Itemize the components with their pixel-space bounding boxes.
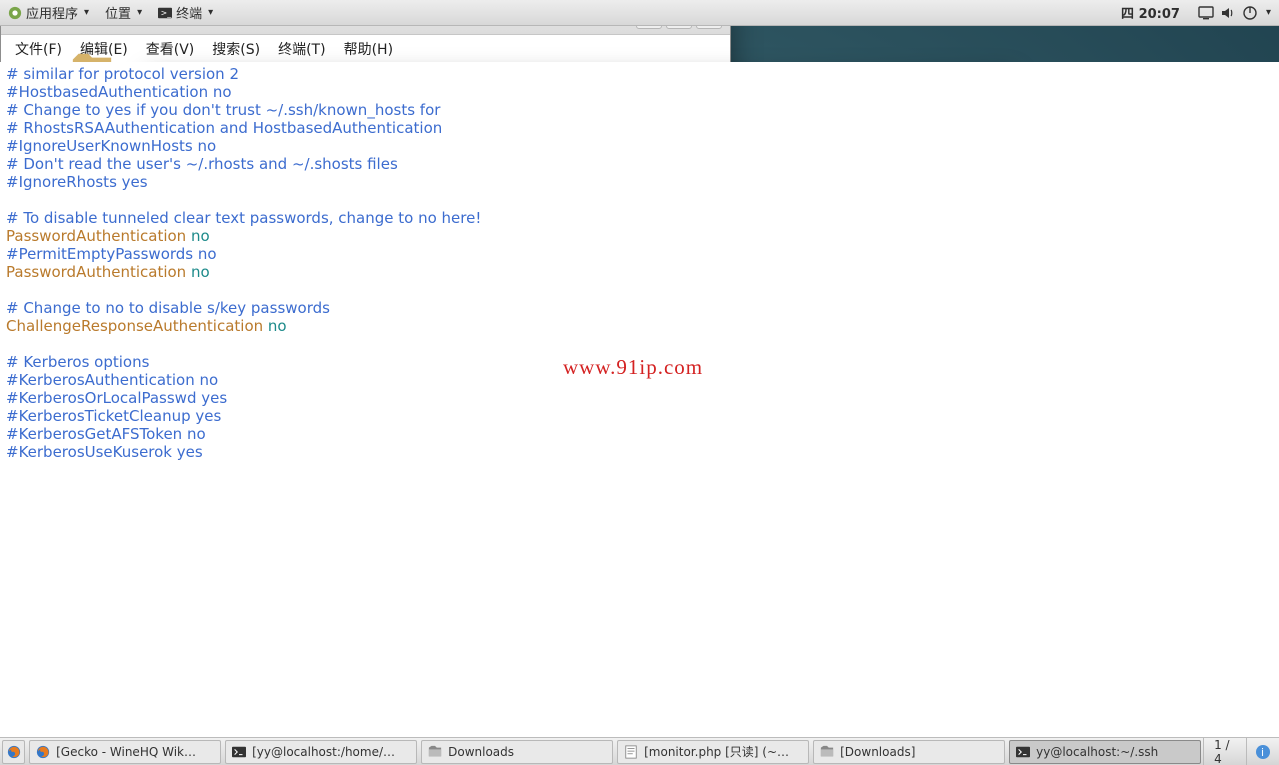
svg-text:>_: >_ <box>161 8 172 17</box>
terminal-line: ChallengeResponseAuthentication no <box>6 317 1273 335</box>
taskbar-item[interactable]: [yy@localhost:/home/… <box>225 740 417 764</box>
terminal-line <box>6 191 1273 209</box>
taskbar-label: [Downloads] <box>840 745 915 759</box>
terminal-line <box>6 335 1273 353</box>
terminal-line: # Don't read the user's ~/.rhosts and ~/… <box>6 155 1273 173</box>
terminal-line: PasswordAuthentication no <box>6 227 1273 245</box>
display-icon[interactable] <box>1198 5 1214 21</box>
terminal-line: #PermitEmptyPasswords no <box>6 245 1273 263</box>
firefox-icon <box>7 745 21 759</box>
gedit-icon <box>624 745 638 759</box>
taskbar-label: [Gecko - WineHQ Wik… <box>56 745 196 759</box>
terminal-line: #KerberosUseKuserok yes <box>6 443 1273 461</box>
term-icon <box>1016 745 1030 759</box>
volume-icon[interactable] <box>1220 5 1236 21</box>
terminal-line: # similar for protocol version 2 <box>6 65 1273 83</box>
terminal-line: # To disable tunneled clear text passwor… <box>6 209 1273 227</box>
menu-search[interactable]: 搜索(S) <box>204 36 268 62</box>
terminal-line: #KerberosTicketCleanup yes <box>6 407 1273 425</box>
taskbar-item[interactable]: [monitor.php [只读] (~… <box>617 740 809 764</box>
taskbar-label: [monitor.php [只读] (~… <box>644 743 789 760</box>
power-icon[interactable] <box>1242 5 1258 21</box>
top-panel: 应用程序▾ 位置▾ >_ 终端▾ 四 20:07 ▾ <box>0 0 1279 26</box>
svg-text:i: i <box>1261 746 1264 759</box>
taskbar-item[interactable]: Downloads <box>421 740 613 764</box>
terminal-line: #KerberosOrLocalPasswd yes <box>6 389 1273 407</box>
applications-menu[interactable]: 应用程序▾ <box>0 0 97 25</box>
terminal-line: #HostbasedAuthentication no <box>6 83 1273 101</box>
taskbar-label: yy@localhost:~/.ssh <box>1036 745 1158 759</box>
terminal-line <box>6 281 1273 299</box>
files-icon <box>820 745 834 759</box>
tray-arrow-icon[interactable]: ▾ <box>1266 7 1271 18</box>
taskbar: [Gecko - WineHQ Wik… [yy@localhost:/home/… <box>0 737 1279 765</box>
terminal-line: #KerberosGetAFSToken no <box>6 425 1273 443</box>
taskbar-label: [yy@localhost:/home/… <box>252 745 395 759</box>
menu-help[interactable]: 帮助(H) <box>336 36 401 62</box>
running-app-menu[interactable]: >_ 终端▾ <box>150 0 221 25</box>
system-tray: ▾ <box>1190 5 1279 21</box>
taskbar-label: Downloads <box>448 745 514 759</box>
terminal-window[interactable]: yy@localhost:~/.ssh — □ ✕ 文件(F) 编辑(E) 查看… <box>0 0 731 504</box>
workspace-indicator[interactable]: 1 / 4 <box>1203 738 1247 765</box>
apps-label: 应用程序 <box>26 3 78 22</box>
running-label: 终端 <box>176 3 202 22</box>
taskbar-item[interactable]: [Gecko - WineHQ Wik… <box>29 740 221 764</box>
watermark: www.91ip.com <box>563 355 703 380</box>
places-label: 位置 <box>105 3 131 22</box>
terminal-line: #IgnoreRhosts yes <box>6 173 1273 191</box>
taskbar-tray[interactable]: i <box>1247 744 1279 760</box>
term-icon <box>232 745 246 759</box>
terminal-body[interactable]: # similar for protocol version 2#Hostbas… <box>0 62 1279 765</box>
terminal-line: # Change to no to disable s/key password… <box>6 299 1273 317</box>
places-menu[interactable]: 位置▾ <box>97 0 150 25</box>
terminal-line: # Change to yes if you don't trust ~/.ss… <box>6 101 1273 119</box>
apps-icon <box>8 6 22 20</box>
info-icon: i <box>1255 744 1271 760</box>
firefox-icon <box>36 745 50 759</box>
clock[interactable]: 四 20:07 <box>1111 3 1190 22</box>
terminal-line: PasswordAuthentication no <box>6 263 1273 281</box>
menu-terminal[interactable]: 终端(T) <box>270 36 333 62</box>
terminal-line: #IgnoreUserKnownHosts no <box>6 137 1273 155</box>
terminal-icon: >_ <box>158 6 172 20</box>
files-icon <box>428 745 442 759</box>
terminal-line: # RhostsRSAAuthentication and HostbasedA… <box>6 119 1273 137</box>
taskbar-item[interactable]: [Downloads] <box>813 740 1005 764</box>
taskbar-firefox-launcher[interactable] <box>2 740 25 764</box>
menu-view[interactable]: 查看(V) <box>138 36 203 62</box>
taskbar-item[interactable]: yy@localhost:~/.ssh <box>1009 740 1201 764</box>
